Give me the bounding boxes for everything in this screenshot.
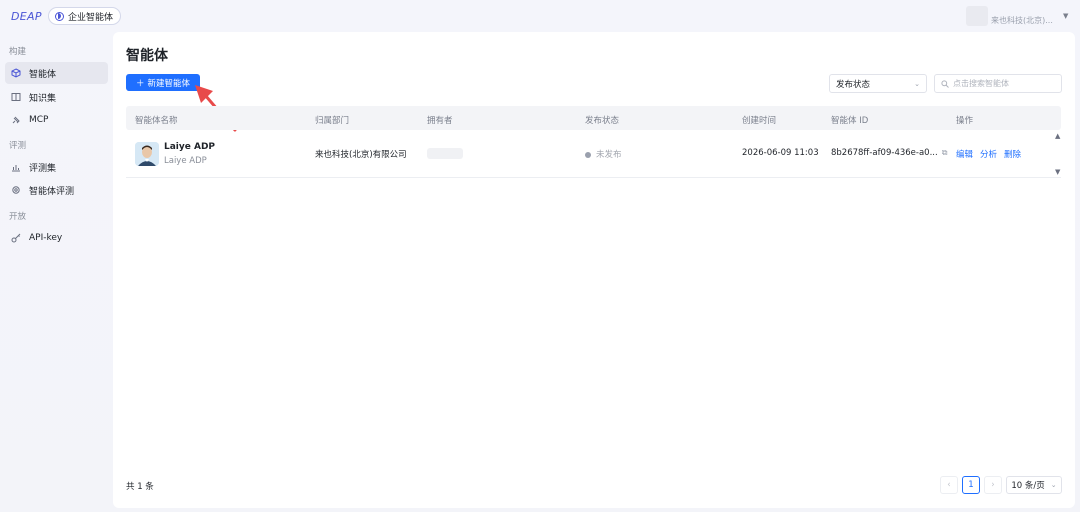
agent-subtitle: Laiye ADP (164, 156, 207, 166)
plug-icon (11, 115, 21, 125)
sidebar-section-build: 构建 (9, 47, 27, 57)
sidebar-item-label: MCP (29, 115, 49, 125)
half-moon-icon (55, 11, 64, 21)
scroll-up-icon[interactable]: ▲ (1055, 132, 1060, 140)
copy-icon[interactable]: ⧉ (942, 148, 948, 157)
agent-id-cell: 8b2678ff-af09-436e-a0... ⧉ (831, 148, 947, 158)
column-header-status: 发布状态 (585, 116, 620, 126)
chevron-down-icon[interactable]: ▼ (1063, 12, 1068, 20)
delete-button[interactable]: 删除 (1004, 150, 1021, 160)
sidebar: 构建 智能体 知识集 MCP 评测 评测集 智能体评测 开放 API-key (0, 32, 112, 512)
scroll-down-icon[interactable]: ▼ (1055, 168, 1060, 176)
status-text: 未发布 (596, 150, 622, 160)
sidebar-item-label: API-key (29, 233, 63, 243)
total-count: 共 1 条 (126, 482, 154, 492)
action-cell: 编辑 分析 删除 (956, 148, 1028, 160)
main-panel: 智能体 ＋ 新建智能体 发布状态 ⌄ 点击搜索智能体 智能体名称 归属部门 拥有… (113, 32, 1075, 508)
sidebar-item-label: 智能体评测 (29, 186, 75, 197)
column-header-name: 智能体名称 (135, 116, 178, 126)
sidebar-item-label: 智能体 (29, 69, 57, 80)
user-name[interactable]: 来也科技(北京)... (991, 15, 1053, 26)
sidebar-section-open: 开放 (9, 212, 27, 222)
search-icon (941, 79, 949, 88)
agent-id: 8b2678ff-af09-436e-a0... (831, 148, 938, 158)
top-bar: DEAP 企业智能体 来也科技(北京)... ▼ (0, 0, 1080, 32)
created-time: 2026-06-09 11:03 (742, 148, 819, 158)
sidebar-item-eval-set[interactable]: 评测集 (5, 156, 108, 178)
cube-icon (11, 68, 21, 78)
column-header-actions: 操作 (956, 116, 974, 126)
sidebar-item-agent-eval[interactable]: 智能体评测 (5, 179, 108, 201)
key-icon (11, 233, 21, 243)
avatar[interactable] (966, 6, 988, 26)
owner-value (427, 148, 463, 159)
app-name: 企业智能体 (68, 12, 114, 23)
search-placeholder: 点击搜索智能体 (953, 79, 1009, 88)
sidebar-item-label: 评测集 (29, 163, 57, 174)
analyze-button[interactable]: 分析 (980, 150, 997, 160)
prev-page-button[interactable]: ‹ (940, 476, 958, 494)
status-badge: 未发布 (585, 148, 622, 160)
book-icon (11, 92, 21, 102)
column-header-owner: 拥有者 (427, 116, 453, 126)
table-row[interactable]: Laiye ADP Laiye ADP 来也科技(北京)有限公司 未发布 202… (126, 130, 1061, 178)
chevron-down-icon: ⌄ (914, 79, 920, 88)
sidebar-section-evaluate: 评测 (9, 141, 27, 151)
plus-icon: ＋ (135, 78, 145, 89)
column-header-agent-id: 智能体 ID (831, 116, 869, 126)
sidebar-item-agents[interactable]: 智能体 (5, 62, 108, 84)
agent-department: 来也科技(北京)有限公司 (315, 150, 407, 160)
agent-name[interactable]: Laiye ADP (164, 142, 215, 152)
page-number-button[interactable]: 1 (962, 476, 980, 494)
app-switcher[interactable]: 企业智能体 (48, 7, 122, 25)
status-filter-select[interactable]: 发布状态 ⌄ (829, 74, 927, 93)
page-title: 智能体 (126, 48, 168, 64)
column-header-department: 归属部门 (315, 116, 350, 126)
edit-button[interactable]: 编辑 (956, 150, 973, 160)
chevron-down-icon: ⌄ (1050, 481, 1057, 489)
page-size-select[interactable]: 10 条/页 ⌄ (1006, 476, 1062, 494)
gear-icon (11, 185, 21, 195)
sidebar-item-api-key[interactable]: API-key (5, 227, 108, 249)
sidebar-item-mcp[interactable]: MCP (5, 109, 108, 131)
new-agent-label: 新建智能体 (147, 78, 191, 89)
status-dot-icon (585, 151, 591, 158)
sidebar-item-label: 知识集 (29, 93, 57, 104)
sidebar-item-knowledge[interactable]: 知识集 (5, 86, 108, 108)
agent-avatar (135, 142, 159, 166)
status-filter-value: 发布状态 (836, 79, 871, 90)
table-header: 智能体名称 归属部门 拥有者 发布状态 创建时间 智能体 ID 操作 (126, 106, 1061, 130)
bar-chart-icon (11, 162, 21, 172)
new-agent-button[interactable]: ＋ 新建智能体 (126, 74, 200, 91)
logo[interactable]: DEAP (11, 10, 42, 23)
next-page-button[interactable]: › (984, 476, 1002, 494)
column-header-created: 创建时间 (742, 116, 777, 126)
page-size-value: 10 条/页 (1011, 481, 1045, 491)
search-input[interactable]: 点击搜索智能体 (934, 74, 1062, 93)
